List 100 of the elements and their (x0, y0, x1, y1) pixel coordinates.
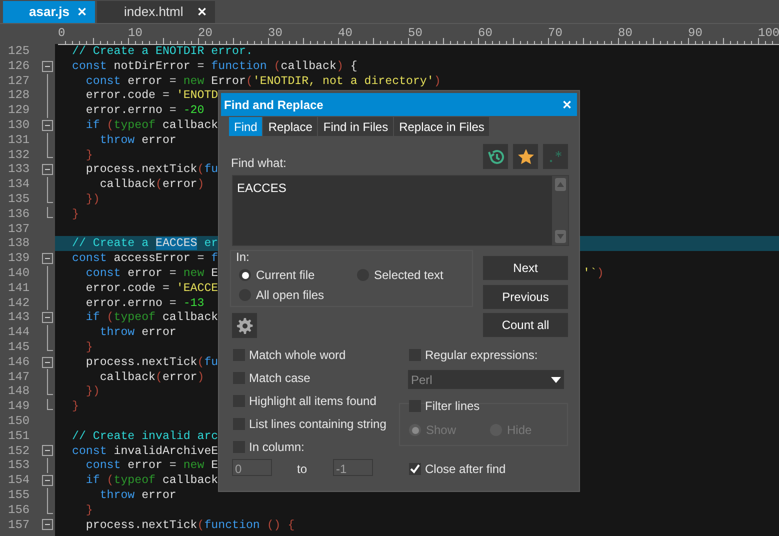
code-line: // Create a EACCES er (72, 236, 218, 252)
fold-icon[interactable] (42, 312, 53, 324)
line-number: 148 (7, 384, 31, 400)
fold-icon[interactable] (42, 60, 53, 72)
ruler-number: 20 (198, 27, 212, 39)
line-number: 145 (7, 340, 31, 355)
code-line: const accessError = f (72, 251, 218, 266)
dialog-button[interactable]: Count all (483, 313, 568, 337)
find-input[interactable]: EACCES (232, 175, 569, 246)
fold-line (47, 177, 48, 192)
fold-line (47, 325, 48, 340)
editor-tab[interactable]: index.html ✕ (97, 1, 215, 23)
fold-icon[interactable] (42, 519, 53, 530)
line-number: 127 (7, 74, 31, 88)
code-line: if (typeof callback (84, 118, 218, 133)
line-number: 149 (7, 399, 31, 414)
code-line: throw error (98, 325, 176, 340)
code-line: } (84, 502, 93, 518)
code-line: throw error (98, 132, 176, 148)
code-line: if (typeof callback (84, 473, 218, 488)
code-line: process.nextTick(function () { (84, 518, 295, 532)
code-line: const error = new E (84, 266, 218, 281)
field-label: to (297, 461, 308, 478)
checkbox[interactable]: Highlight all items found (233, 392, 376, 410)
ruler-number: 50 (408, 27, 422, 39)
line-number: 139 (7, 251, 31, 266)
line-number: 153 (7, 458, 31, 474)
checkbox[interactable]: Regular expressions: (409, 346, 538, 364)
checkbox[interactable]: Match case (233, 369, 310, 387)
settings-icon (236, 318, 252, 334)
engine-dropdown[interactable]: Perl (408, 370, 564, 389)
line-number: 129 (7, 103, 31, 118)
fold-icon[interactable] (42, 475, 53, 486)
fold-line (47, 458, 48, 474)
code-line: } (72, 399, 79, 414)
close-icon[interactable]: ✕ (77, 3, 87, 21)
ruler-number: 60 (478, 27, 492, 39)
line-number: 128 (7, 88, 31, 104)
line-number: 150 (7, 414, 31, 429)
dialog-title: Find and Replace (224, 96, 324, 114)
dialog-tab[interactable]: Find in Files (318, 117, 394, 136)
code-line: const invalidArchiveE (72, 444, 218, 459)
line-number: 152 (7, 444, 31, 458)
close-icon[interactable]: ✕ (197, 3, 207, 21)
fold-icon[interactable] (42, 164, 53, 176)
checkbox[interactable]: In column: (233, 438, 304, 456)
line-number: 125 (7, 44, 31, 59)
code-line: // Create invalid arc (72, 428, 218, 444)
code-line: const error = new Error('ENOTDIR, not a directory') (84, 74, 441, 89)
fold-icon[interactable] (42, 445, 53, 456)
line-number: 135 (7, 192, 31, 207)
line-number: 137 (7, 222, 31, 236)
fold-icon[interactable] (42, 253, 53, 264)
fold-icon[interactable] (42, 120, 53, 131)
code-line: const error = new E (84, 458, 218, 474)
checkbox[interactable]: List lines containing string (233, 415, 386, 433)
code-fragment: '`) (583, 266, 604, 281)
editor-tab[interactable]: asar.js ✕ (3, 1, 95, 23)
line-number: 143 (7, 310, 31, 326)
dialog-tab[interactable]: Find (229, 117, 262, 136)
line-number: 126 (7, 58, 31, 74)
line-number: 154 (7, 473, 31, 488)
dialog-button[interactable]: Previous (483, 284, 568, 308)
dialog-button[interactable]: Next (483, 256, 568, 280)
radio-button[interactable]: Selected text (357, 266, 444, 284)
ruler-number: 100 (758, 27, 779, 39)
line-number: 151 (7, 428, 31, 444)
code-line: error.code = 'EACCE (84, 280, 218, 296)
code-line: const notDirError = function (callback) { (72, 58, 358, 74)
tab-label: asar.js (29, 3, 70, 22)
settings-button[interactable] (232, 313, 257, 338)
line-number: 155 (7, 488, 31, 503)
line-number: 133 (7, 162, 31, 178)
close-icon[interactable]: ✕ (562, 96, 574, 114)
code-line: process.nextTick(fu (84, 162, 218, 178)
field-label: Find what: (231, 155, 286, 172)
code-line: } (84, 340, 93, 355)
group-label: In: (236, 249, 250, 266)
ruler-number: 80 (618, 27, 632, 39)
radio-button[interactable]: Current file (239, 266, 315, 284)
radio-button[interactable]: All open files (239, 286, 324, 304)
fold-icon[interactable] (42, 356, 53, 368)
ruler-number: 0 (58, 27, 66, 39)
dialog-tab[interactable]: Replace (263, 117, 318, 136)
checkbox[interactable]: Filter lines (409, 397, 480, 415)
line-number: 131 (7, 132, 31, 148)
line-number: 157 (7, 518, 31, 532)
code-line: error.errno = -20 (84, 103, 204, 118)
code-line: }) (84, 192, 100, 207)
code-line: } (84, 148, 93, 163)
checkbox[interactable]: Match whole word (233, 346, 346, 364)
code-line: error.code = 'ENOTD (84, 88, 218, 104)
checkbox[interactable]: Close after find (409, 460, 506, 478)
line-number: 146 (7, 354, 31, 370)
line-number: 142 (7, 296, 31, 310)
line-number: 156 (7, 502, 31, 518)
line-number: 138 (7, 236, 31, 252)
dialog-tab[interactable]: Replace in Files (394, 117, 490, 136)
code-line: callback(error) (98, 177, 204, 192)
history-icon[interactable] (483, 144, 508, 169)
